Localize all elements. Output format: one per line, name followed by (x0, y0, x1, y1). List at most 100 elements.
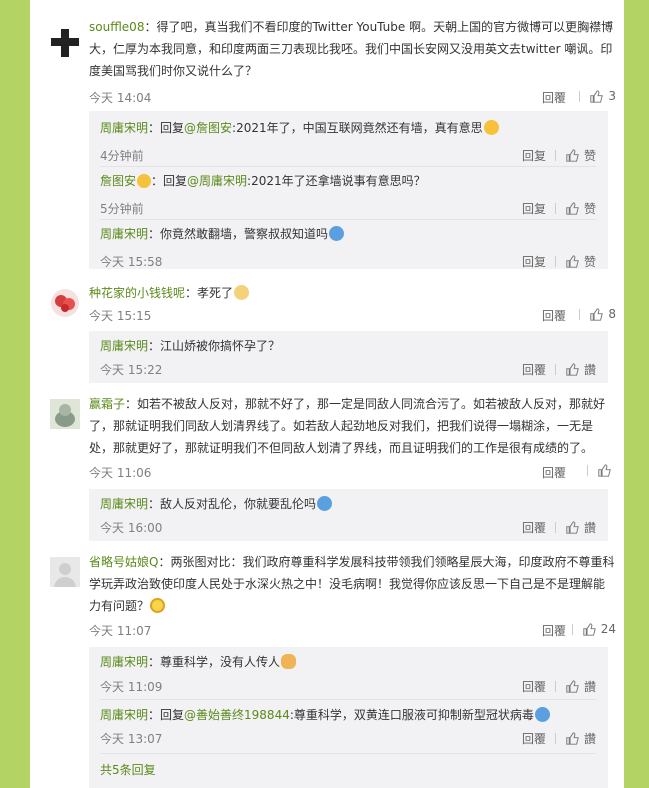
emoji-sweat-icon (317, 496, 333, 511)
like-button[interactable]: 8 (569, 307, 616, 321)
reply-text: ：敌人反对乱伦，你就要乱伦吗 (148, 497, 317, 511)
avatar[interactable] (50, 399, 80, 429)
reply-item: 周庸宋明：你竟然敢翻墙，警察叔叔知道吗 今天 15:58 回复 赞 (100, 223, 596, 269)
divider (571, 623, 573, 635)
like-count: 24 (600, 622, 616, 636)
reply-username[interactable]: 周庸宋明 (100, 121, 148, 135)
default-avatar-icon (50, 557, 80, 587)
reply-button[interactable]: 回覆 (522, 361, 546, 378)
comment-meta: 今天 14:04 回覆 3 (89, 89, 616, 107)
mention-link[interactable]: @詹图安 (184, 121, 232, 135)
reply-text: :2021年了，中国互联网竟然还有墙，真有意思 (232, 121, 483, 135)
comment-time: 今天 11:07 (89, 624, 152, 638)
like-label: 赞 (583, 255, 596, 269)
comment-text: 种花家的小钱钱呢：孝死了 (89, 282, 616, 304)
cat-avatar-icon (50, 399, 80, 429)
reply-meta: 4分钟前 回复 赞 (100, 147, 596, 165)
reply-meta: 今天 11:09 回覆 讚 (100, 678, 596, 696)
comment-body: ：得了吧，真当我们不看印度的Twitter YouTube 啊。天朝上国的官方微… (89, 20, 614, 78)
emoji-badge-icon (137, 174, 152, 188)
reply-username[interactable]: 周庸宋明 (100, 339, 148, 353)
reply-button[interactable]: 回覆 (542, 89, 566, 106)
comment-username[interactable]: souffle08 (89, 20, 144, 34)
like-button[interactable]: 讚 (545, 678, 596, 695)
comment-meta: 今天 11:06 回覆 (89, 464, 616, 482)
divider (554, 150, 556, 161)
reply-button[interactable]: 回覆 (542, 464, 566, 481)
reply-meta: 今天 15:22 回覆 讚 (100, 361, 596, 379)
comment-username[interactable]: 省略号姑娘Q (89, 555, 158, 569)
like-label: 赞 (583, 149, 596, 163)
comment-body: ：如若不被敌人反对，那就不好了，那一定是同敌人同流合污了。如若被敌人反对，那就好… (89, 397, 606, 455)
divider (554, 733, 556, 744)
divider (579, 308, 581, 320)
reply-button[interactable]: 回覆 (542, 307, 566, 324)
like-button[interactable]: 赞 (545, 200, 596, 217)
more-replies-link[interactable]: 共5条回复 (100, 761, 156, 778)
reply-box: 周庸宋明：江山娇被你搞怀孕了？ 今天 15:22 回覆 讚 (89, 331, 608, 383)
reply-meta: 今天 16:00 回覆 讚 (100, 519, 596, 537)
like-button[interactable]: 24 (562, 622, 616, 636)
comment: 赢霜子：如若不被敌人反对，那就不好了，那一定是同敌人同流合污了。如若被敌人反对，… (50, 393, 616, 483)
mention-link[interactable]: @善始善终198844 (184, 708, 290, 722)
comment-username[interactable]: 种花家的小钱钱呢 (89, 286, 185, 300)
reply-time: 今天 11:09 (100, 680, 163, 694)
comment: 种花家的小钱钱呢：孝死了 今天 15:15 回覆 8 (50, 282, 616, 324)
emoji-sweat-icon (329, 226, 345, 241)
reply-username[interactable]: 周庸宋明 (100, 655, 148, 669)
reply-button[interactable]: 回覆 (522, 730, 546, 747)
avatar[interactable] (50, 28, 80, 58)
avatar[interactable] (50, 288, 80, 318)
like-button[interactable]: 3 (569, 89, 616, 103)
reply-username[interactable]: 周庸宋明 (100, 497, 148, 511)
emoji-face-icon (483, 120, 499, 135)
like-button[interactable]: 赞 (545, 253, 596, 270)
reply-item: 周庸宋明：尊重科学，没有人传人 今天 11:09 回覆 讚 (100, 651, 596, 695)
like-button[interactable]: 讚 (545, 730, 596, 747)
comment-username[interactable]: 赢霜子 (89, 397, 125, 411)
comments-panel: souffle08：得了吧，真当我们不看印度的Twitter YouTube 啊… (30, 0, 624, 788)
reply-text: ：尊重科学，没有人传人 (148, 655, 281, 669)
divider (100, 219, 596, 220)
divider (100, 699, 596, 700)
reply-username[interactable]: 周庸宋明 (100, 227, 148, 241)
reply-username[interactable]: 周庸宋明 (100, 708, 148, 722)
reply-text: :尊重科学，双黄连口服液可抑制新型冠状病毒 (289, 708, 534, 722)
like-button[interactable]: 讚 (545, 361, 596, 378)
reply-time: 今天 15:22 (100, 363, 163, 377)
divider (100, 753, 596, 754)
emoji-flex-arm-icon (281, 654, 297, 669)
divider (554, 522, 556, 533)
like-button[interactable]: 赞 (545, 147, 596, 164)
like-button[interactable]: 讚 (545, 519, 596, 536)
thumbs-up-icon (590, 307, 604, 321)
reply-box: 周庸宋明：敌人反对乱伦，你就要乱伦吗 今天 16:00 回覆 讚 (89, 489, 608, 541)
reply-username[interactable]: 詹图安 (100, 174, 136, 188)
divider (554, 364, 556, 375)
reply-time: 今天 13:07 (100, 732, 163, 746)
mention-link[interactable]: @周庸宋明 (187, 174, 247, 188)
divider (554, 256, 556, 267)
thumbs-up-icon (566, 202, 579, 215)
reply-meta: 今天 15:58 回复 赞 (100, 253, 596, 271)
like-label: 讚 (583, 521, 596, 535)
reply-time: 今天 15:58 (100, 255, 163, 269)
like-label: 讚 (583, 363, 596, 377)
reply-button[interactable]: 回覆 (522, 519, 546, 536)
comment-text: 赢霜子：如若不被敌人反对，那就不好了，那一定是同敌人同流合污了。如若被敌人反对，… (89, 393, 616, 459)
like-label: 赞 (583, 202, 596, 216)
reply-button[interactable]: 回覆 (522, 678, 546, 695)
thumbs-up-icon (566, 680, 579, 693)
reply-text: ：江山娇被你搞怀孕了？ (148, 339, 281, 353)
reply-button[interactable]: 回复 (522, 147, 546, 164)
like-label: 讚 (583, 732, 596, 746)
reply-item: 周庸宋明：回复@善始善终198844:尊重科学，双黄连口服液可抑制新型冠状病毒 … (100, 704, 596, 748)
like-count: 3 (608, 89, 616, 103)
avatar[interactable] (50, 557, 80, 587)
flower-avatar-icon (51, 289, 79, 317)
emoji-cat-icon (234, 285, 250, 300)
like-button[interactable] (577, 464, 616, 477)
cross-avatar-icon (51, 29, 79, 57)
reply-button[interactable]: 回复 (522, 253, 546, 270)
reply-button[interactable]: 回复 (522, 200, 546, 217)
